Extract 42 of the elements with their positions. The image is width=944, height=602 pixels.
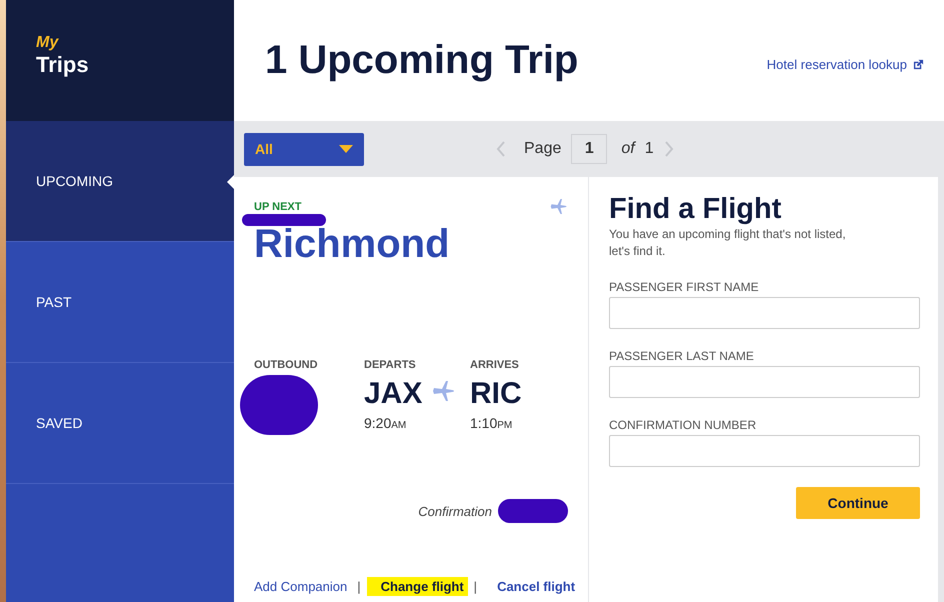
input-field[interactable] bbox=[609, 435, 920, 467]
sidebar-item[interactable]: PAST bbox=[6, 242, 234, 363]
departure-time: 9:20AM bbox=[364, 415, 408, 431]
outbound-label: OUTBOUND bbox=[254, 359, 319, 371]
up-next-label: UP NEXT bbox=[254, 201, 302, 213]
find-flight-title: Find a Flight bbox=[609, 193, 782, 226]
previous-page-icon[interactable] bbox=[496, 141, 506, 157]
destination-city: Richmond bbox=[254, 222, 450, 267]
field-label: PASSENGER FIRST NAME bbox=[609, 280, 760, 294]
separator: | bbox=[357, 579, 361, 594]
find-flight-subtitle: You have an upcoming flight that's not listed, let's find it. bbox=[609, 226, 847, 260]
continue-button[interactable]: Continue bbox=[796, 487, 920, 519]
of-label: of bbox=[621, 140, 635, 158]
page-title: 1 Upcoming Trip bbox=[265, 38, 578, 83]
sidebar-item[interactable]: UPCOMING bbox=[6, 121, 234, 242]
external-link-icon bbox=[913, 59, 924, 70]
arrival-time: 1:10PM bbox=[470, 415, 514, 431]
field-label: CONFIRMATION NUMBER bbox=[609, 418, 758, 432]
brand-title: Trips bbox=[36, 52, 90, 78]
next-page-icon[interactable] bbox=[664, 141, 674, 157]
brand-subtitle: My bbox=[36, 34, 60, 52]
input-field[interactable] bbox=[609, 366, 920, 398]
separator: | bbox=[474, 579, 478, 594]
airplane-icon bbox=[550, 199, 568, 217]
trip-action-link[interactable]: Change flight bbox=[366, 577, 468, 596]
input-field[interactable] bbox=[609, 297, 920, 329]
confirmation-label: Confirmation bbox=[418, 504, 492, 518]
field-label: PASSENGER LAST NAME bbox=[609, 349, 755, 363]
filter-dropdown[interactable]: All bbox=[244, 132, 364, 166]
redaction-mark bbox=[498, 499, 568, 523]
arrival-code: RIC bbox=[470, 377, 523, 411]
hotel-lookup-link[interactable]: Hotel reservation lookup bbox=[766, 57, 924, 72]
departure-code: JAX bbox=[364, 377, 422, 411]
page-label: Page bbox=[524, 140, 562, 158]
sidebar-item[interactable]: SAVED bbox=[6, 363, 234, 484]
caret-icon bbox=[339, 145, 353, 153]
trip-action-link[interactable]: Add Companion bbox=[254, 577, 352, 596]
page-number-field[interactable]: 1 bbox=[571, 134, 608, 164]
departs-label: DEPARTS bbox=[364, 359, 417, 371]
page-total: 1 bbox=[644, 140, 654, 158]
arrives-label: ARRIVES bbox=[470, 359, 520, 371]
trip-action-link[interactable]: Cancel flight bbox=[483, 577, 580, 596]
